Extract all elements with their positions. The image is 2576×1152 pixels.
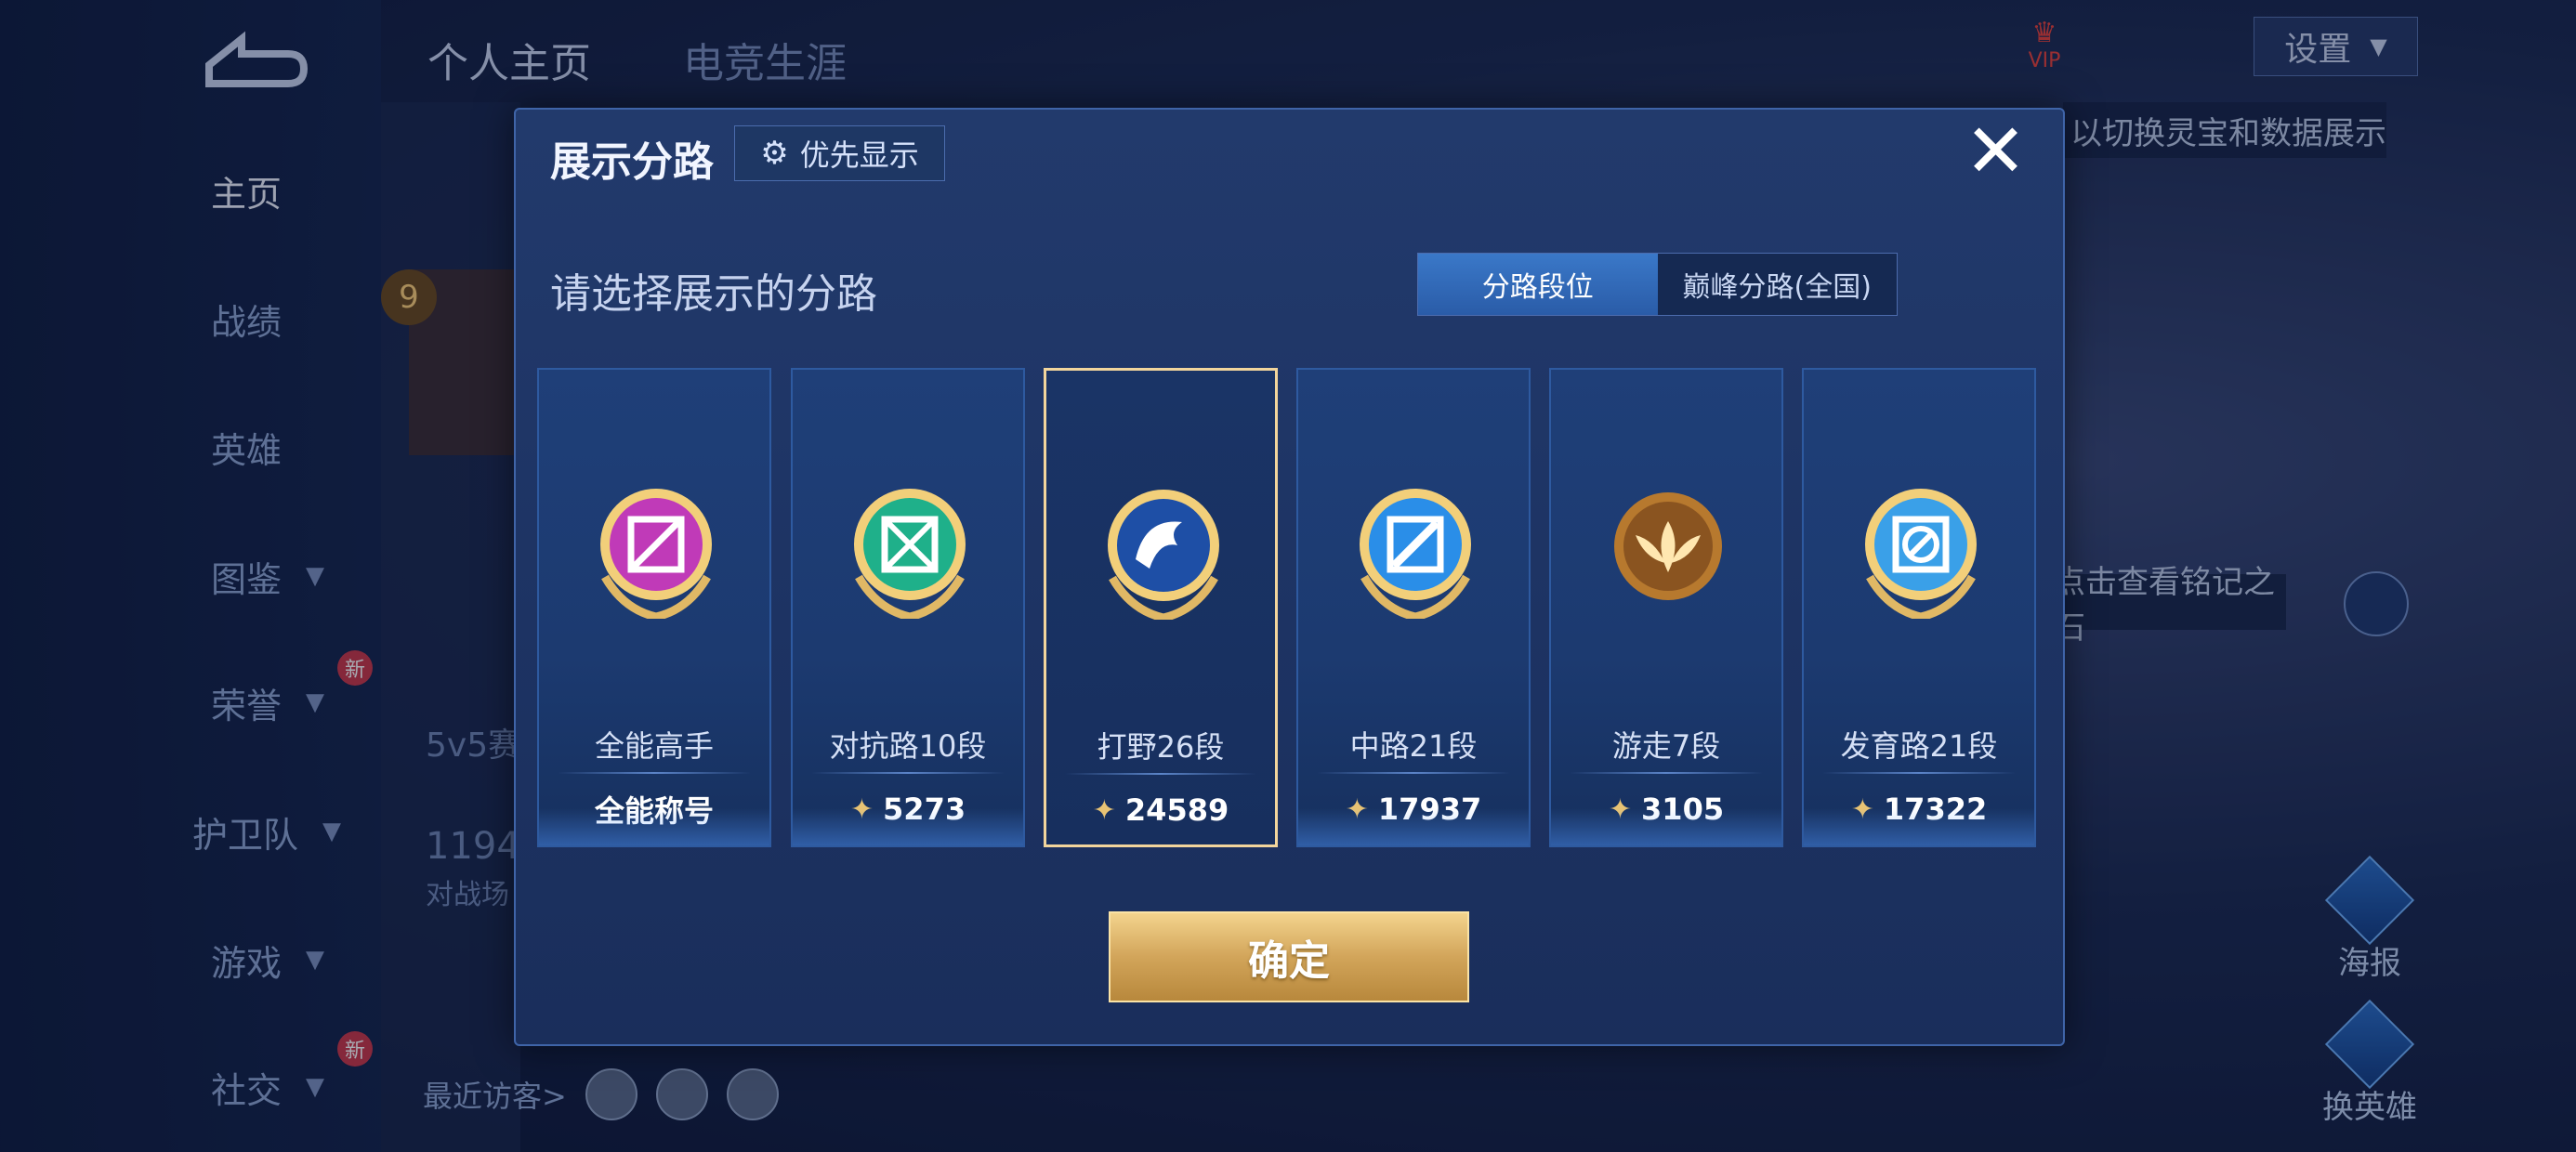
card-glow [1551,808,1781,845]
roam-emblem-icon [1614,492,1722,600]
card-name: 中路21段 [1349,728,1478,764]
priority-label: 优先显示 [799,137,919,173]
close-icon[interactable]: ✕ [1961,114,2031,189]
card-name: 游走7段 [1611,728,1721,764]
card-stat: ✦ 24589 [1046,787,1275,833]
farm-lane-emblem-icon [1865,489,1977,619]
lane-card-clash[interactable]: 对抗路10段 ✦5273 [791,368,1025,847]
card-divider [811,772,1005,774]
card-name: 打野26段 [1097,729,1225,765]
all-round-emblem-icon [600,489,712,619]
card-stat-value: 24589 [1124,792,1229,828]
lane-toggle[interactable]: 分路段位 巅峰分路(全国) [1417,253,1898,316]
card-name: 全能高手 [594,728,714,764]
clash-lane-emblem-icon [854,489,966,619]
mid-lane-emblem-icon [1360,489,1471,619]
peak-points-icon: ✦ [1092,793,1116,827]
modal-subtitle: 请选择展示的分路 [550,270,877,318]
lane-card-farm[interactable]: 发育路21段 ✦17322 [1802,368,2036,847]
lane-card-roam[interactable]: 游走7段 ✦3105 [1549,368,1783,847]
card-divider [1570,772,1763,774]
toggle-peak-lane[interactable]: 巅峰分路(全国) [1658,254,1898,315]
card-glow [539,808,769,845]
modal-title: 展示分路 [550,138,714,186]
card-divider [1822,772,2016,774]
card-glow [1298,808,1529,845]
card-glow [793,808,1023,845]
card-name: 对抗路10段 [829,728,987,764]
priority-display-button[interactable]: ⚙ 优先显示 [734,125,945,181]
gear-icon: ⚙ [760,135,789,172]
jungle-emblem-icon [1108,490,1219,620]
card-divider [558,772,751,774]
card-divider [1317,772,1510,774]
lane-card-mid[interactable]: 中路21段 ✦17937 [1296,368,1531,847]
confirm-button[interactable]: 确定 [1109,911,1469,1002]
card-name: 发育路21段 [1840,728,1998,764]
toggle-lane-rank[interactable]: 分路段位 [1418,254,1658,315]
lane-card-all-round[interactable]: 全能高手 全能称号 [537,368,771,847]
card-glow [1804,808,2034,845]
card-divider [1065,773,1256,775]
lane-card-jungle[interactable]: 打野26段 ✦ 24589 [1044,368,1278,847]
